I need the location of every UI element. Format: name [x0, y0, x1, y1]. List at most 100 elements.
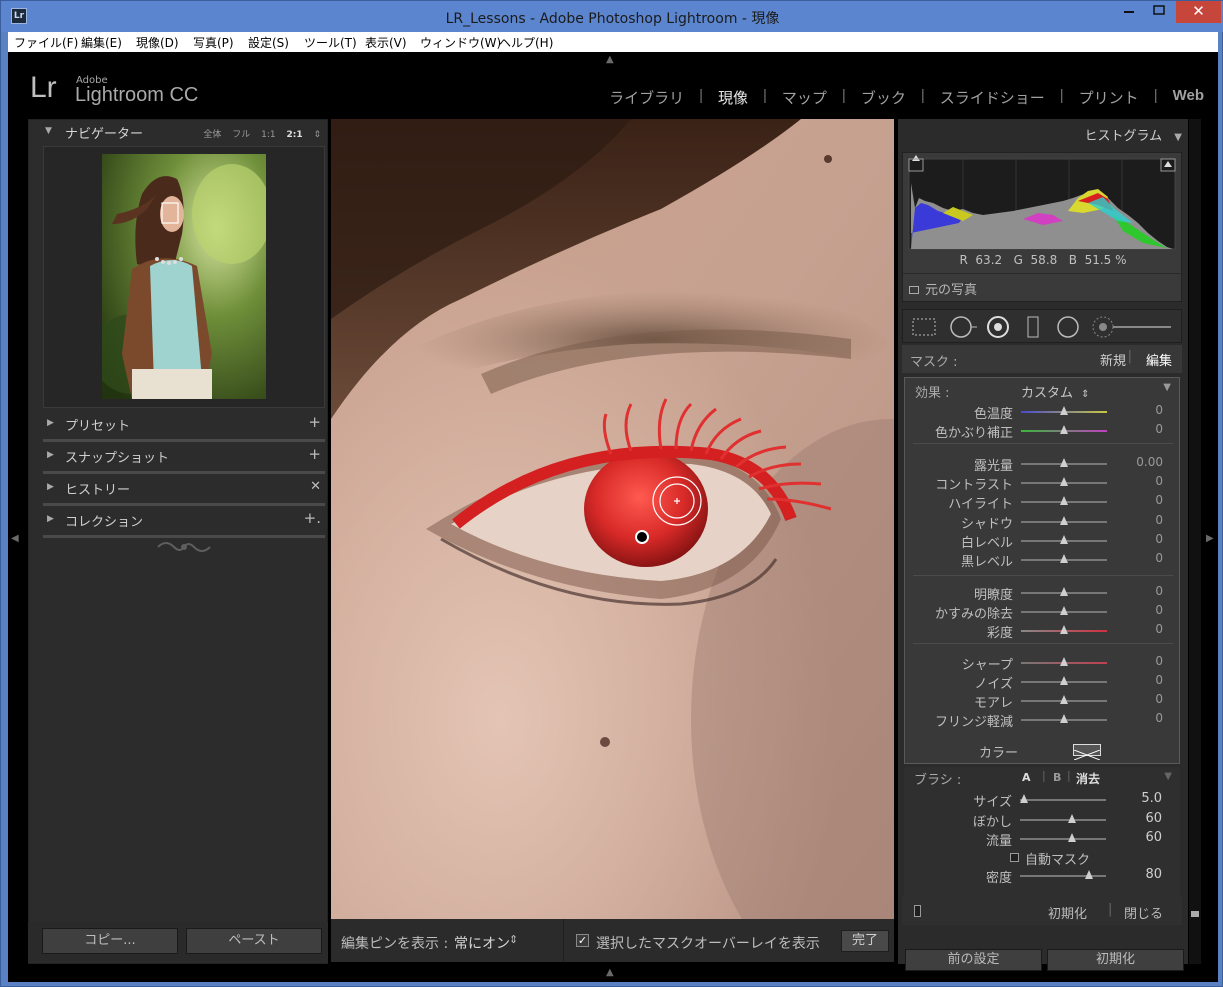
done-button[interactable]: 完了 [841, 930, 889, 952]
menu-file[interactable]: ファイル(F) [14, 34, 78, 51]
paste-button[interactable]: ペースト [186, 928, 322, 954]
slider-knob[interactable] [1060, 477, 1068, 486]
brush-slider-track[interactable] [1020, 819, 1106, 821]
previous-settings-button[interactable]: 前の設定 [905, 949, 1042, 971]
show-pins-arrow-icon[interactable]: ⇕ [509, 933, 518, 946]
show-pins-select[interactable]: 常にオン [454, 933, 510, 953]
navigator-thumbnail[interactable] [102, 154, 266, 399]
brush-slider-knob[interactable] [1067, 833, 1076, 842]
mask-new-button[interactable]: 新規 [1100, 350, 1126, 369]
slider-knob[interactable] [1060, 657, 1068, 666]
brush-a-button[interactable]: A [1022, 771, 1031, 784]
menu-settings[interactable]: 設定(S) [248, 34, 289, 51]
zoom-1-1[interactable]: 1:1 [261, 130, 275, 140]
slider-knob[interactable] [1060, 676, 1068, 685]
scrollbar-thumb[interactable] [1191, 911, 1199, 917]
brush-slider-knob[interactable] [1067, 814, 1076, 823]
brush-slider-value[interactable]: 5.0 [1141, 791, 1162, 806]
mask-edit-button[interactable]: 編集 [1146, 350, 1172, 369]
effect-menu-icon[interactable]: ▼ [1163, 382, 1171, 393]
slider-knob[interactable] [1060, 587, 1068, 596]
brush-slider-track[interactable] [1020, 838, 1106, 840]
brush-slider-track[interactable] [1020, 799, 1106, 801]
slider-knob[interactable] [1060, 406, 1068, 415]
brush-slider-knob[interactable] [1020, 794, 1029, 803]
close-panel-button[interactable]: 閉じる [1124, 903, 1163, 922]
original-photo-toggle[interactable]: 元の写真 [909, 279, 977, 298]
zoom-fit[interactable]: 全体 [203, 130, 221, 140]
slider-value[interactable]: 0 [1155, 532, 1163, 546]
slider-knob[interactable] [1060, 516, 1068, 525]
menu-window[interactable]: ウィンドウ(W) [420, 34, 501, 51]
original-photo-checkbox[interactable] [909, 286, 919, 294]
add-preset-icon[interactable]: + [308, 413, 321, 431]
density-value[interactable]: 80 [1145, 867, 1162, 882]
brush-menu-icon[interactable]: ▼ [1164, 771, 1172, 782]
slider-knob[interactable] [1060, 695, 1068, 704]
presets-section[interactable]: ▶ プリセット + [43, 410, 325, 442]
zoom-2-1[interactable]: 2:1 [286, 130, 302, 140]
reset-all-button[interactable]: 初期化 [1047, 949, 1184, 971]
slider-value[interactable]: 0 [1155, 622, 1163, 636]
histogram-header[interactable]: ヒストグラム ▼ [1085, 125, 1182, 144]
collections-section[interactable]: ▶ コレクション +. [43, 506, 325, 538]
brush-erase-button[interactable]: 消去 [1076, 770, 1100, 787]
add-collection-icon[interactable]: +. [304, 509, 321, 527]
color-swatch[interactable] [1073, 744, 1101, 761]
module-book[interactable]: ブック [846, 87, 921, 109]
photo-canvas[interactable] [331, 119, 894, 919]
slider-knob[interactable] [1060, 425, 1068, 434]
slider-knob[interactable] [1060, 625, 1068, 634]
maximize-button[interactable] [1145, 1, 1173, 23]
menu-develop[interactable]: 現像(D) [136, 34, 179, 51]
snapshots-section[interactable]: ▶ スナップショット + [43, 442, 325, 474]
slider-value[interactable]: 0 [1155, 403, 1163, 417]
slider-value[interactable]: 0 [1155, 673, 1163, 687]
module-develop[interactable]: 現像 [703, 87, 763, 109]
slider-value[interactable]: 0 [1155, 603, 1163, 617]
navigator-header[interactable]: ▼ ナビゲーター 全体 フル 1:1 2:1 ⇕ [29, 120, 327, 144]
slider-knob[interactable] [1060, 714, 1068, 723]
brush-slider-value[interactable]: 60 [1145, 811, 1162, 826]
photo-eye-closeup[interactable] [331, 119, 894, 919]
panel-switch-toggle[interactable] [914, 905, 921, 917]
right-panel-toggle-icon[interactable]: ▶ [1206, 533, 1214, 544]
menu-help[interactable]: ヘルプ(H) [499, 34, 553, 51]
brush-b-button[interactable]: B [1053, 771, 1061, 784]
slider-value[interactable]: 0 [1155, 654, 1163, 668]
copy-button[interactable]: コピー... [42, 928, 178, 954]
slider-knob[interactable] [1060, 496, 1068, 505]
slider-knob[interactable] [1060, 458, 1068, 467]
slider-value[interactable]: 0 [1155, 422, 1163, 436]
navigator-preview[interactable] [43, 146, 325, 408]
zoom-menu-icon[interactable]: ⇕ [313, 130, 321, 140]
histogram[interactable]: R 63.2 G 58.8 B 51.5 % 元の写真 [902, 152, 1183, 302]
add-snapshot-icon[interactable]: + [308, 445, 321, 463]
slider-knob[interactable] [1060, 606, 1068, 615]
slider-value[interactable]: 0 [1155, 474, 1163, 488]
module-library[interactable]: ライブラリ [594, 87, 699, 109]
reset-button[interactable]: 初期化 [1048, 903, 1087, 922]
brush-slider-value[interactable]: 60 [1145, 830, 1162, 845]
slider-value[interactable]: 0 [1155, 711, 1163, 725]
density-slider-track[interactable] [1020, 875, 1106, 877]
slider-knob[interactable] [1060, 554, 1068, 563]
menu-tools[interactable]: ツール(T) [304, 34, 357, 51]
close-button[interactable]: ✕ [1176, 1, 1221, 23]
module-print[interactable]: プリント [1064, 87, 1154, 109]
zoom-fill[interactable]: フル [232, 130, 250, 140]
bottom-panel-toggle-icon[interactable]: ▲ [606, 967, 614, 978]
slider-knob[interactable] [1060, 535, 1068, 544]
module-slideshow[interactable]: スライドショー [925, 87, 1060, 109]
slider-value[interactable]: 0 [1155, 551, 1163, 565]
menu-photo[interactable]: 写真(P) [193, 34, 234, 51]
automask-checkbox[interactable] [1010, 853, 1019, 862]
slider-value[interactable]: 0 [1155, 584, 1163, 598]
density-slider-knob[interactable] [1084, 870, 1093, 879]
module-map[interactable]: マップ [767, 87, 842, 109]
slider-value[interactable]: 0 [1155, 493, 1163, 507]
overlay-checkbox[interactable]: ✓ [576, 934, 589, 947]
history-section[interactable]: ▶ ヒストリー ✕ [43, 474, 325, 506]
left-panel-toggle-icon[interactable]: ◀ [11, 533, 19, 544]
slider-value[interactable]: 0.00 [1136, 455, 1163, 469]
